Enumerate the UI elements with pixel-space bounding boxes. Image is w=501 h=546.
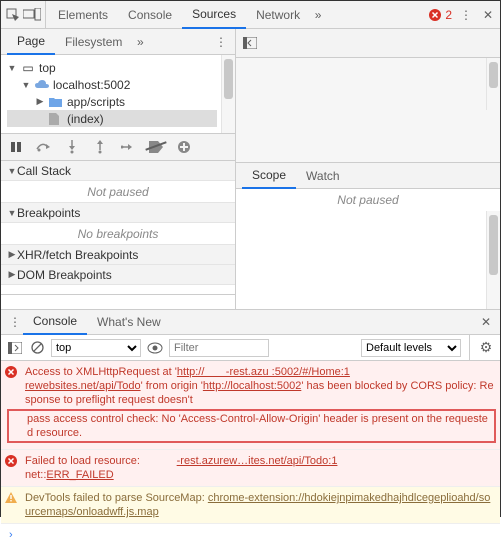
pause-on-exceptions-icon[interactable] — [175, 138, 193, 156]
left-pane: Page Filesystem » ⋮ ▼ ▭ top ▼ localhost:… — [1, 29, 235, 309]
right-pane: Scope Watch Not paused — [235, 29, 500, 309]
show-navigator-icon[interactable] — [242, 35, 258, 51]
disclosure-triangle-icon[interactable]: ▼ — [21, 80, 31, 90]
navigator-tabbar: Page Filesystem » ⋮ — [1, 29, 235, 55]
close-devtools-icon[interactable]: ✕ — [480, 7, 496, 23]
callstack-header[interactable]: ▼ Call Stack — [1, 161, 235, 181]
tab-drawer-console[interactable]: Console — [23, 309, 87, 335]
tab-sources[interactable]: Sources — [182, 1, 246, 29]
file-icon — [49, 113, 63, 125]
frame-icon: ▭ — [21, 61, 35, 75]
tab-console[interactable]: Console — [118, 2, 182, 28]
step-into-icon[interactable] — [63, 138, 81, 156]
tab-elements[interactable]: Elements — [48, 2, 118, 28]
error-icon — [429, 9, 441, 21]
disclosure-triangle-icon[interactable]: ▶ — [7, 269, 17, 280]
more-tabs-icon[interactable]: » — [310, 7, 326, 23]
tree-row-folder[interactable]: ▶ app/scripts — [7, 93, 217, 110]
section-label: XHR/fetch Breakpoints — [17, 248, 138, 262]
drawer-kebab-icon[interactable]: ⋮ — [7, 314, 23, 330]
console-error-message[interactable]: Failed to load resource: -rest.azurew…it… — [1, 450, 500, 487]
highlighted-cors-text: pass access control check: No 'Access-Co… — [7, 409, 496, 443]
live-expression-icon[interactable] — [147, 340, 163, 356]
navigator-scrollbar[interactable] — [221, 55, 235, 133]
disclosure-triangle-icon[interactable]: ▶ — [35, 96, 45, 107]
drawer: ⋮ Console What's New ✕ top Default level… — [1, 309, 500, 546]
tab-filesystem[interactable]: Filesystem — [55, 30, 132, 54]
warning-icon — [5, 492, 19, 519]
tree-label: app/scripts — [67, 95, 125, 109]
message-text: Access to XMLHttpRequest at 'http:// -re… — [25, 365, 494, 445]
step-over-icon[interactable] — [35, 138, 53, 156]
kebab-menu-icon[interactable]: ⋮ — [458, 7, 474, 23]
section-label: DOM Breakpoints — [17, 268, 112, 282]
console-error-message[interactable]: Access to XMLHttpRequest at 'http:// -re… — [1, 361, 500, 450]
tree-label: localhost:5002 — [53, 78, 130, 92]
more-navigator-tabs-icon[interactable]: » — [132, 34, 148, 50]
console-warning-message[interactable]: DevTools failed to parse SourceMap: chro… — [1, 487, 500, 524]
dom-breakpoints-header[interactable]: ▶ DOM Breakpoints — [1, 265, 235, 285]
step-icon[interactable] — [119, 138, 137, 156]
close-drawer-icon[interactable]: ✕ — [478, 314, 494, 330]
disclosure-triangle-icon[interactable]: ▼ — [7, 166, 17, 176]
console-messages: Access to XMLHttpRequest at 'http:// -re… — [1, 361, 500, 546]
disclosure-triangle-icon[interactable]: ▶ — [7, 249, 17, 260]
context-selector[interactable]: top — [51, 339, 141, 357]
drawer-tabbar: ⋮ Console What's New ✕ — [1, 309, 500, 335]
tree-label: top — [39, 61, 56, 75]
message-text: DevTools failed to parse SourceMap: chro… — [25, 491, 494, 519]
tree-label: (index) — [67, 112, 104, 126]
message-text: Failed to load resource: -rest.azurew…it… — [25, 454, 494, 482]
editor-toolbar — [236, 29, 500, 58]
main-tabbar: Elements Console Sources Network » 2 ⋮ ✕ — [1, 1, 500, 29]
tab-network[interactable]: Network — [246, 2, 310, 28]
inspect-icon[interactable] — [5, 7, 21, 23]
tab-whats-new[interactable]: What's New — [87, 310, 171, 334]
tab-scope[interactable]: Scope — [242, 163, 296, 189]
disclosure-triangle-icon[interactable]: ▼ — [7, 63, 17, 73]
section-label: Breakpoints — [17, 206, 80, 220]
sidebar-toggle-icon[interactable] — [7, 340, 23, 356]
editor-placeholder — [236, 58, 500, 163]
pause-icon[interactable] — [7, 138, 25, 156]
console-prompt[interactable]: › — [1, 524, 500, 546]
debugger-toolbar — [1, 133, 235, 161]
callstack-body: Not paused — [1, 181, 235, 203]
step-out-icon[interactable] — [91, 138, 109, 156]
filter-input[interactable] — [169, 339, 269, 357]
breakpoints-body: No breakpoints — [1, 223, 235, 245]
xhr-breakpoints-header[interactable]: ▶ XHR/fetch Breakpoints — [1, 245, 235, 265]
clear-console-icon[interactable] — [29, 340, 45, 356]
tab-page[interactable]: Page — [7, 29, 55, 55]
error-icon — [5, 455, 19, 482]
tab-watch[interactable]: Watch — [296, 164, 350, 188]
disclosure-triangle-icon[interactable]: ▼ — [7, 208, 17, 218]
folder-icon — [49, 97, 63, 107]
tree-row-file[interactable]: (index) — [7, 110, 217, 127]
deactivate-breakpoints-icon[interactable] — [147, 138, 165, 156]
sources-split: Page Filesystem » ⋮ ▼ ▭ top ▼ localhost:… — [1, 29, 500, 309]
section-label: Call Stack — [17, 164, 71, 178]
cloud-icon — [35, 80, 49, 90]
levels-selector[interactable]: Default levels — [361, 339, 461, 357]
navigator-kebab-icon[interactable]: ⋮ — [213, 34, 229, 50]
scope-scrollbar[interactable] — [486, 211, 500, 309]
file-tree: ▼ ▭ top ▼ localhost:5002 ▶ app/scripts (… — [1, 55, 221, 133]
editor-scrollbar[interactable] — [486, 58, 500, 110]
device-toggle-icon[interactable] — [21, 7, 43, 23]
console-settings-icon[interactable]: ⚙ — [478, 340, 494, 356]
tree-row-top[interactable]: ▼ ▭ top — [7, 59, 217, 76]
error-count-badge[interactable]: 2 — [429, 8, 452, 22]
tree-row-host[interactable]: ▼ localhost:5002 — [7, 76, 217, 93]
console-toolbar: top Default levels ⚙ — [1, 335, 500, 361]
scope-body: Not paused — [236, 189, 500, 211]
error-count: 2 — [445, 8, 452, 22]
breakpoints-header[interactable]: ▼ Breakpoints — [1, 203, 235, 223]
scope-tabbar: Scope Watch — [236, 163, 500, 189]
